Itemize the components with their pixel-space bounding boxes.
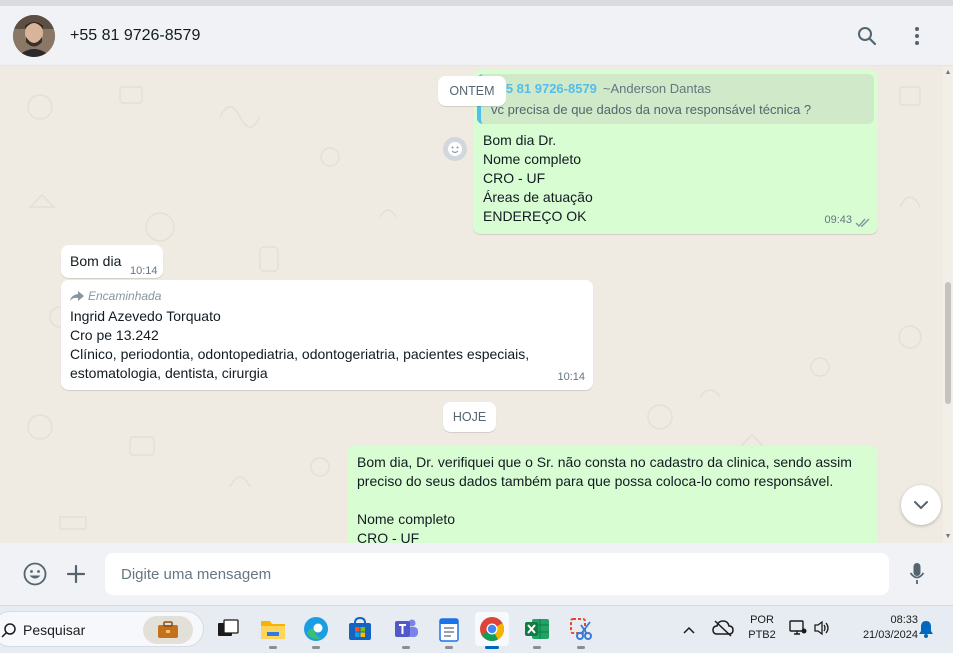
message-line: ENDEREÇO OK bbox=[483, 208, 587, 224]
scroll-down-arrow-icon[interactable]: ▼ bbox=[944, 533, 952, 541]
whatsapp-window: +55 81 9726-8579 +55 81 9726-8579 ~Ander… bbox=[0, 0, 953, 605]
forwarded-text: Encaminhada bbox=[88, 289, 162, 303]
message-input[interactable] bbox=[105, 553, 889, 595]
teams-icon[interactable] bbox=[389, 612, 423, 649]
scroll-to-bottom-button[interactable] bbox=[901, 485, 941, 525]
message-text: Bom dia bbox=[70, 253, 122, 269]
quoted-author: ~Anderson Dantas bbox=[602, 81, 711, 96]
search-label: Pesquisar bbox=[23, 622, 86, 638]
microsoft-store-icon[interactable] bbox=[343, 612, 377, 646]
language-indicator[interactable]: POR PTB2 bbox=[744, 613, 780, 643]
forwarded-label: Encaminhada bbox=[70, 287, 161, 306]
message-line: CRO - UF bbox=[357, 530, 420, 543]
search-highlight-icon[interactable] bbox=[143, 616, 193, 644]
message-line: Nome completo bbox=[483, 151, 582, 167]
outgoing-message[interactable]: Bom dia, Dr. verifiquei que o Sr. não co… bbox=[347, 446, 878, 543]
message-time: 10:14 bbox=[130, 265, 158, 277]
double-check-icon bbox=[855, 218, 870, 228]
message-line: Cro pe 13.242 bbox=[70, 327, 159, 343]
chevron-down-icon bbox=[914, 501, 928, 510]
clock-time: 08:33 bbox=[890, 614, 918, 626]
scrollbar-thumb[interactable] bbox=[945, 282, 951, 404]
message-line: preciso do seus dados também para que po… bbox=[357, 473, 834, 489]
language-line2: PTB2 bbox=[748, 629, 776, 641]
emoji-icon[interactable] bbox=[20, 559, 50, 589]
message-line: Áreas de atuação bbox=[483, 189, 593, 205]
notification-bell-icon[interactable] bbox=[918, 620, 934, 643]
search-icon[interactable] bbox=[854, 23, 880, 49]
running-indicator bbox=[312, 646, 320, 649]
quoted-message[interactable]: +55 81 9726-8579 ~Anderson Dantas vc prec… bbox=[477, 74, 874, 124]
clock[interactable]: 08:33 21/03/2024 bbox=[840, 613, 918, 643]
chat-scrollbar[interactable]: ▲ ▼ bbox=[943, 67, 953, 543]
quoted-number: +55 81 9726-8579 bbox=[491, 81, 597, 96]
running-indicator bbox=[402, 646, 410, 649]
snipping-tool-icon[interactable] bbox=[564, 612, 598, 649]
notepad-icon[interactable] bbox=[432, 612, 466, 649]
message-time: 09:43 bbox=[824, 214, 852, 226]
message-line bbox=[357, 491, 852, 510]
date-divider-yesterday: ONTEM bbox=[438, 76, 506, 106]
running-indicator bbox=[577, 646, 585, 649]
active-indicator bbox=[485, 646, 499, 649]
message-text: Ingrid Azevedo Torquato Cro pe 13.242 Cl… bbox=[70, 307, 529, 383]
message-composer bbox=[0, 543, 953, 605]
windows-taskbar: Pesquisar POR PTB2 08:33 21/03/2024 bbox=[0, 605, 953, 653]
message-line: CRO - UF bbox=[483, 170, 546, 186]
scroll-up-arrow-icon[interactable]: ▲ bbox=[944, 69, 952, 77]
running-indicator bbox=[445, 646, 453, 649]
edge-icon[interactable] bbox=[299, 612, 333, 649]
chat-header[interactable]: +55 81 9726-8579 bbox=[0, 6, 953, 66]
message-time: 10:14 bbox=[557, 371, 585, 383]
running-indicator bbox=[269, 646, 277, 649]
message-line: Bom dia, Dr. verifiquei que o Sr. não co… bbox=[357, 454, 852, 470]
cloud-offline-icon[interactable] bbox=[712, 619, 734, 642]
outgoing-message[interactable]: +55 81 9726-8579 ~Anderson Dantas vc prec… bbox=[473, 70, 878, 234]
date-divider-today: HOJE bbox=[443, 402, 496, 432]
volume-icon[interactable] bbox=[813, 620, 831, 641]
message-list[interactable]: +55 81 9726-8579 ~Anderson Dantas vc prec… bbox=[0, 67, 953, 543]
message-line: Ingrid Azevedo Torquato bbox=[70, 308, 221, 324]
language-line1: POR bbox=[750, 614, 774, 626]
incoming-forwarded-message[interactable]: Encaminhada Ingrid Azevedo Torquato Cro … bbox=[61, 280, 593, 390]
forward-arrow-icon bbox=[70, 291, 84, 301]
message-line: estomatologia, dentista, cirurgia bbox=[70, 365, 268, 381]
excel-icon[interactable] bbox=[520, 612, 554, 649]
chevron-up-icon[interactable] bbox=[682, 622, 696, 640]
search-icon bbox=[1, 623, 16, 638]
message-line: Bom dia Dr. bbox=[483, 132, 557, 148]
file-explorer-icon[interactable] bbox=[256, 612, 290, 649]
message-text: Bom dia Dr. Nome completo CRO - UF Áreas… bbox=[483, 131, 593, 226]
taskbar-search[interactable]: Pesquisar bbox=[0, 611, 204, 647]
react-emoji-icon[interactable] bbox=[443, 137, 467, 161]
message-line: Clínico, periodontia, odontopediatria, o… bbox=[70, 346, 530, 362]
chrome-icon[interactable] bbox=[475, 612, 509, 649]
task-view-icon[interactable] bbox=[211, 612, 245, 646]
incoming-message[interactable]: Bom dia 10:14 bbox=[61, 245, 163, 278]
contact-name[interactable]: +55 81 9726-8579 bbox=[70, 27, 200, 45]
network-icon[interactable] bbox=[789, 620, 807, 641]
running-indicator bbox=[533, 646, 541, 649]
contact-photo-icon bbox=[13, 15, 55, 57]
message-text: Bom dia, Dr. verifiquei que o Sr. não co… bbox=[357, 453, 852, 543]
clock-date: 21/03/2024 bbox=[862, 629, 918, 641]
plus-icon[interactable] bbox=[61, 559, 91, 589]
message-line: Nome completo bbox=[357, 511, 456, 527]
contact-avatar[interactable] bbox=[13, 15, 55, 57]
microphone-icon[interactable] bbox=[902, 559, 932, 589]
kebab-menu-icon[interactable] bbox=[904, 23, 930, 49]
quoted-text: vc precisa de que dados da nova responsá… bbox=[491, 102, 812, 117]
